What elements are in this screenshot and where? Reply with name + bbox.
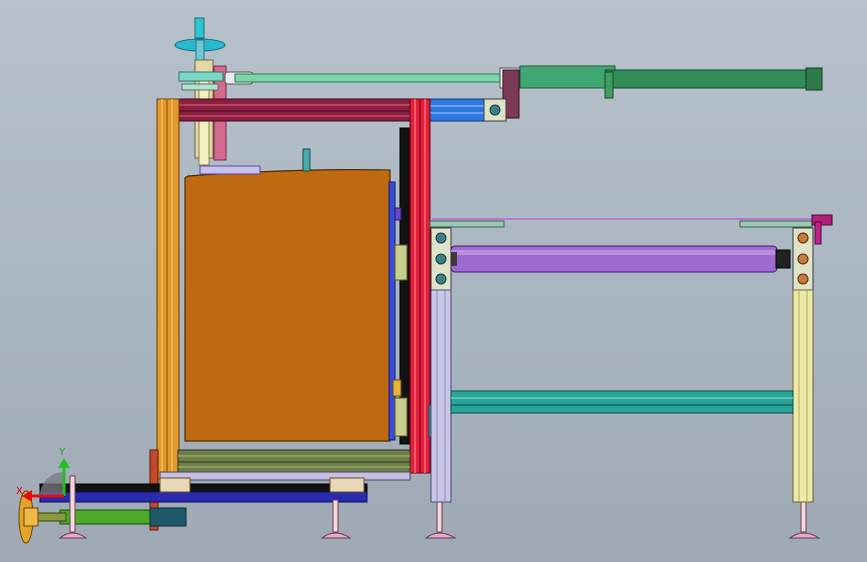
top-piston-rod — [234, 73, 506, 83]
side-handwheel-hub — [23, 507, 39, 527]
bottom-cylinder-rod — [35, 512, 67, 522]
black-post — [399, 127, 411, 445]
top-beam-maroon — [177, 98, 417, 122]
profile-column-right — [792, 227, 814, 291]
base-rail-navy — [39, 491, 368, 503]
tank-lid-edge — [199, 165, 261, 175]
foot-right-frame — [424, 499, 457, 539]
roller — [450, 245, 778, 273]
lower-rails — [450, 390, 794, 414]
cad-viewport[interactable]: Y X — [0, 0, 867, 562]
cylinder-end-cap — [805, 67, 823, 91]
foot-mid — [320, 499, 352, 539]
machine-side-view: Y X — [16, 17, 833, 544]
fitting-yellow — [392, 379, 402, 397]
top-beam-blue — [429, 98, 487, 122]
cylinder-clamp — [604, 71, 614, 99]
fitting-purple — [394, 207, 402, 221]
roller-end-cap — [775, 249, 791, 269]
slider-block-right — [329, 477, 365, 493]
y-axis-label: Y — [58, 447, 66, 458]
valve-block-upper — [394, 244, 408, 281]
tank-side-plate — [388, 181, 396, 441]
bottom-cylinder-cap — [149, 507, 187, 527]
profile-column-left — [430, 227, 452, 291]
leg-left — [430, 289, 452, 503]
tank-nozzle — [302, 148, 311, 172]
left-frame-post — [156, 98, 180, 480]
x-axis-label: X — [16, 486, 23, 497]
cylinder-rod-end — [519, 65, 616, 89]
upper-plate-left — [429, 220, 505, 228]
leg-right — [792, 289, 814, 503]
upper-plate-right — [739, 220, 813, 228]
main-tank — [184, 169, 391, 442]
slide-rail — [159, 471, 411, 481]
slider-block-left — [159, 477, 191, 493]
bottom-beam — [177, 449, 411, 473]
foot-far-right — [788, 499, 821, 539]
top-pneumatic-cylinder — [604, 69, 811, 89]
screw-bracket — [178, 71, 224, 82]
handwheel-knob — [194, 17, 205, 39]
screw-bracket-lower — [181, 83, 219, 91]
valve-block-lower — [394, 397, 408, 437]
